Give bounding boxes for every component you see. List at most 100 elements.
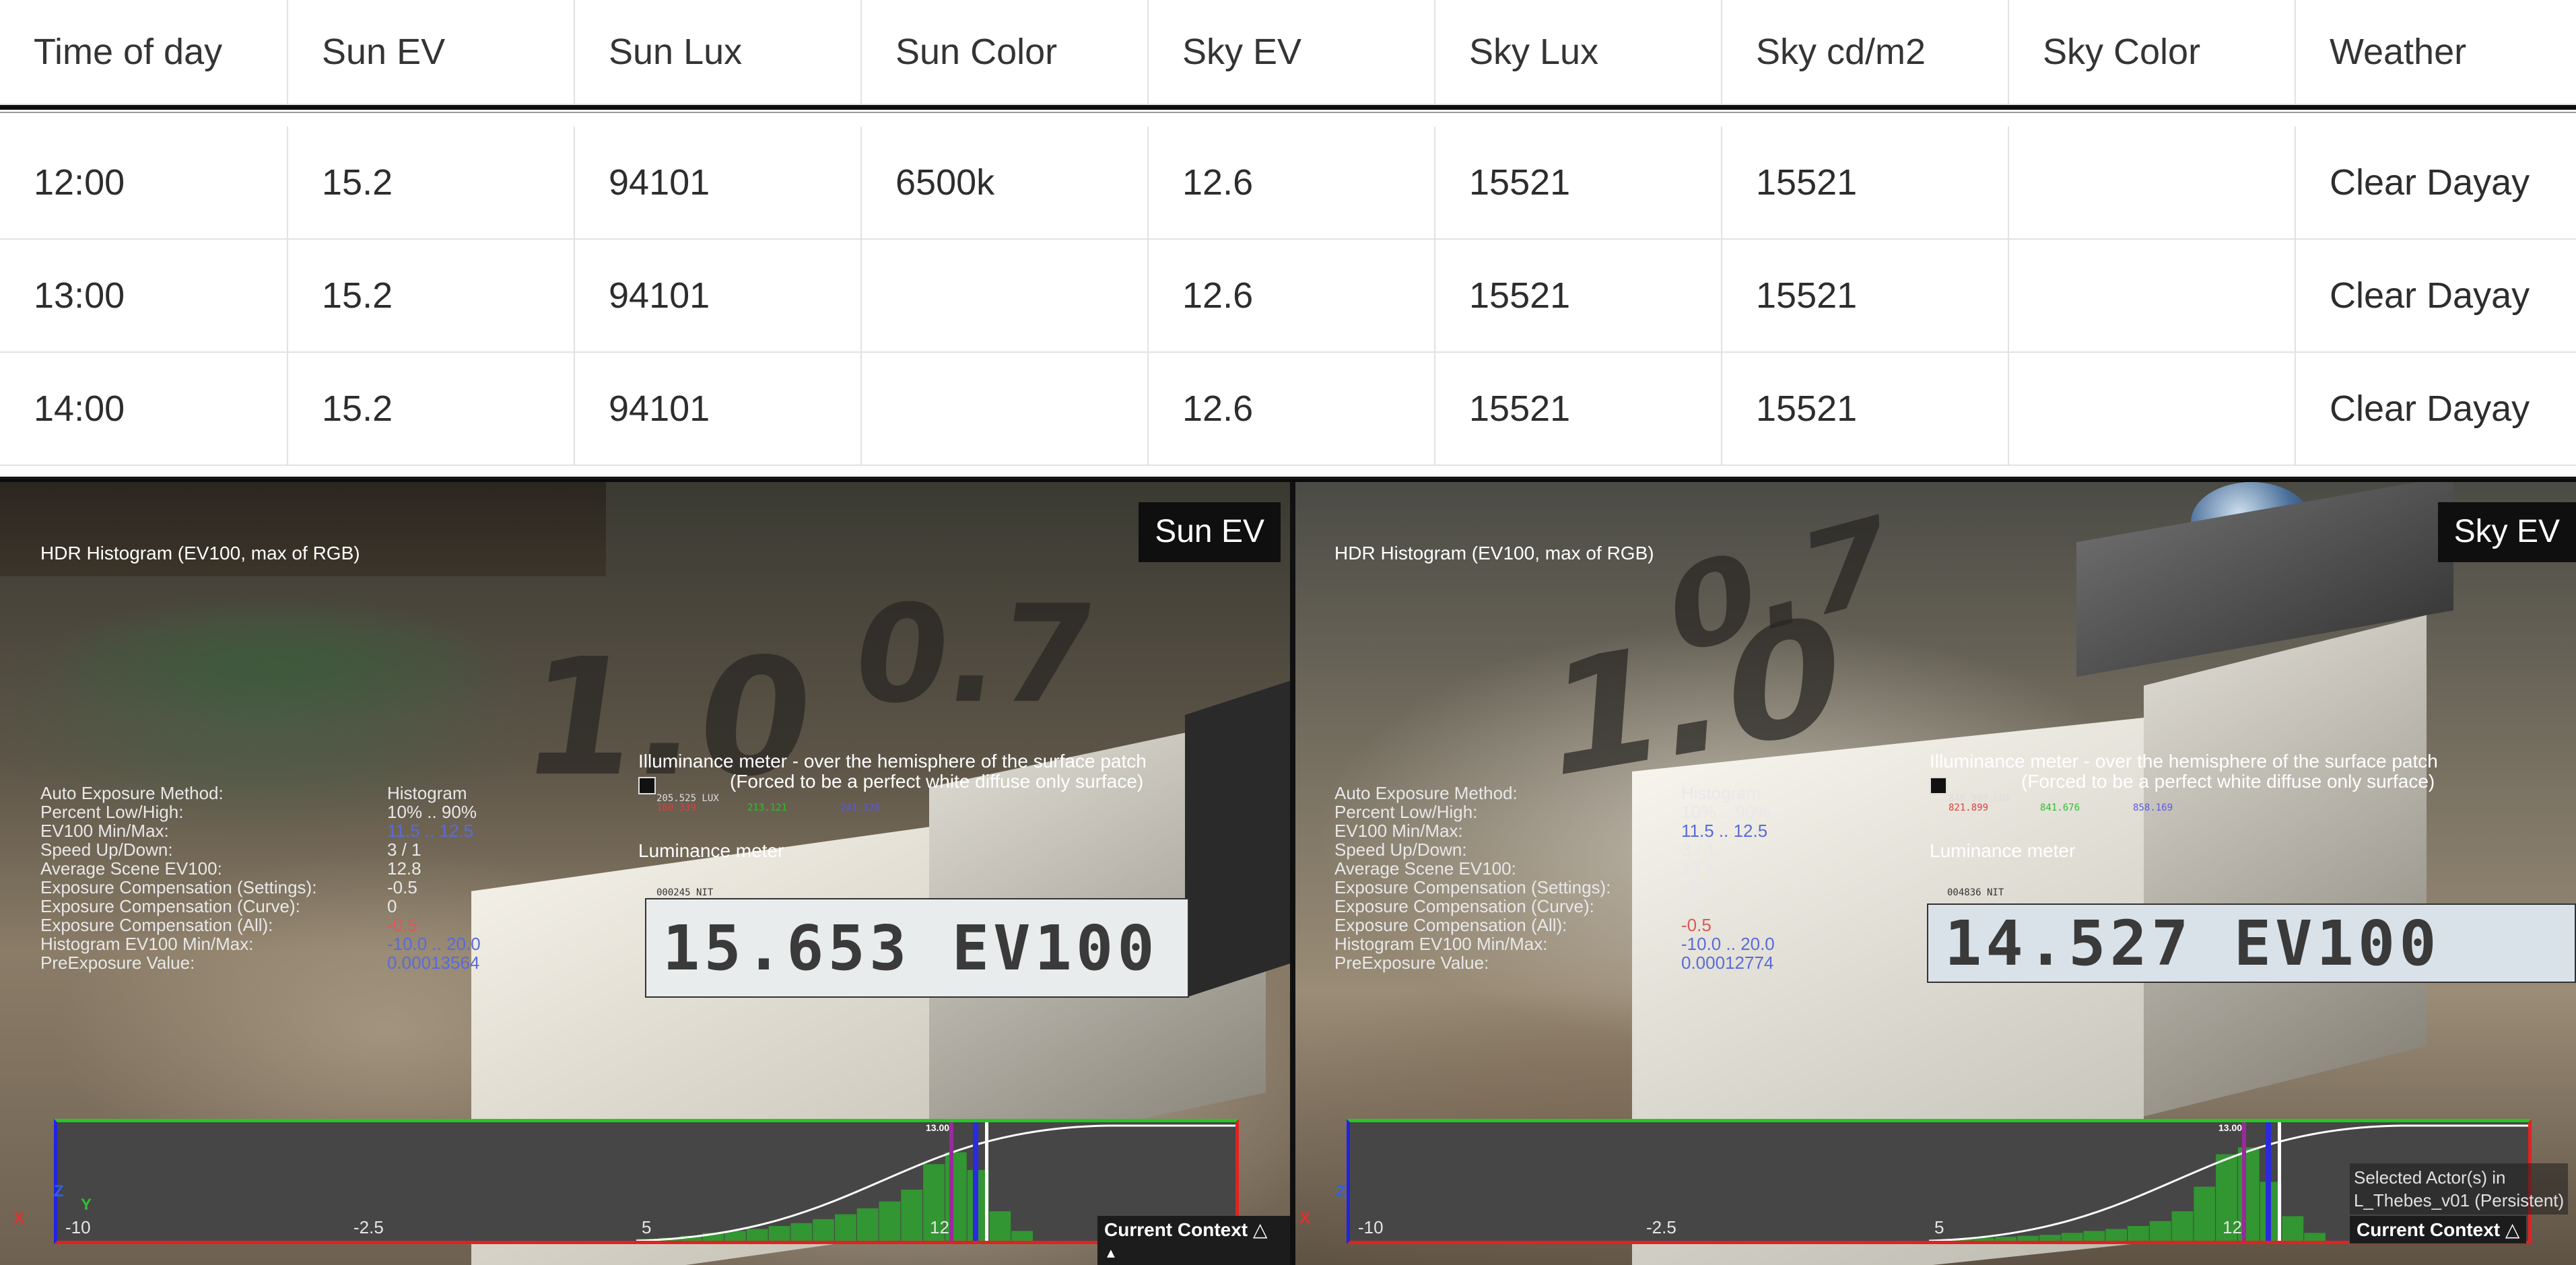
viewport-divider[interactable] [1290, 482, 1295, 1265]
stat-label: EV100 Min/Max: [40, 821, 169, 841]
cell-weather: Clear Dayay [2296, 353, 2576, 466]
stat-row: Percent Low/High: 10% .. 90% [40, 802, 477, 821]
stat-label: Exposure Compensation (All): [40, 915, 273, 935]
col-weather: Weather [2296, 0, 2576, 105]
stat-value: -10.0 .. 20.0 [387, 934, 481, 954]
chevron-up-icon: ▲ [1104, 1246, 1118, 1261]
selected-actors-line-2: L_Thebes_v01 (Persistent) [2354, 1190, 2565, 1210]
stat-row: Average Scene EV100: 12.8 [40, 858, 421, 879]
viewport-label: Sun EV [1139, 502, 1281, 562]
cell-sun-ev: 15.2 [288, 127, 575, 240]
cell-time: 12:00 [0, 127, 288, 240]
cell-sky-color [2009, 240, 2296, 353]
viewport-sky-ev[interactable]: 1.0 0.7 Sky EV HDR Histogram (EV100, max… [1295, 482, 2576, 1265]
axis-gizmo: X Z [1295, 1182, 1369, 1243]
stat-row: Histogram EV100 Min/Max: -10.0 .. 20.0 [1334, 934, 1775, 953]
stat-label: Exposure Compensation (Curve): [40, 896, 300, 916]
axis-y-label: Y [81, 1196, 92, 1214]
cell-sun-ev: 15.2 [288, 240, 575, 353]
stat-row: Speed Up/Down: 3 / 1 [1334, 840, 1716, 860]
stat-row: Exposure Compensation (Settings): -0.5 [40, 877, 417, 897]
stat-value: -0.5 [1681, 877, 1711, 897]
header-divider-secondary [0, 112, 2576, 113]
illuminance-meter-title: Illuminance meter - over the hemisphere … [638, 751, 1147, 792]
illuminance-meter-title: Illuminance meter - over the hemisphere … [1930, 751, 2438, 792]
stat-label: Exposure Compensation (Settings): [1334, 877, 1611, 897]
stat-label: EV100 Min/Max: [1334, 821, 1463, 841]
hist-tick: -2.5 [353, 1217, 384, 1237]
luminance-meter-title: Luminance meter [1930, 840, 2076, 861]
scene-cube-dark [1185, 680, 1290, 998]
stat-label: Auto Exposure Method: [40, 783, 224, 803]
stat-row: EV100 Min/Max: 11.5 .. 12.5 [1334, 821, 1767, 841]
hdr-histogram-title: HDR Histogram (EV100, max of RGB) [1334, 543, 1654, 563]
hist-tick: 5 [1934, 1217, 1944, 1237]
col-sun-lux: Sun Lux [575, 0, 862, 105]
histogram-bar [2282, 1216, 2304, 1241]
histogram-bar [2083, 1231, 2105, 1241]
axis-z-label: Z [54, 1182, 64, 1200]
stat-row: Exposure Compensation (Settings): -0.5 [1334, 877, 1711, 897]
stat-value: Histogram [387, 783, 467, 803]
scene-cube-side [2144, 615, 2427, 1117]
cell-sky-lux: 15521 [1435, 127, 1722, 240]
stat-label: Average Scene EV100: [40, 858, 222, 879]
stat-label: Histogram EV100 Min/Max: [40, 934, 254, 954]
stat-value: 10% .. 90% [1681, 802, 1771, 822]
cell-sun-lux: 94101 [575, 353, 862, 466]
selected-actors-info: Selected Actor(s) in L_Thebes_v01 (Persi… [2350, 1163, 2569, 1215]
stat-label: Exposure Compensation (Curve): [1334, 896, 1594, 916]
stat-value: Histogram [1681, 783, 1761, 803]
stat-value: 12.8 [387, 858, 421, 879]
histogram-bar [2128, 1226, 2149, 1241]
current-context-button[interactable]: Current Context △ ▲ [1097, 1216, 1290, 1265]
illuminance-meter-heading: Illuminance meter - over the hemisphere … [638, 751, 1147, 772]
illuminance-blue: 241.126 [840, 802, 881, 813]
hist-tick: 5 [642, 1217, 652, 1237]
scene-text-0-7: 0.7 [844, 576, 1105, 733]
hdr-histogram-title: HDR Histogram (EV100, max of RGB) [40, 543, 360, 563]
stat-value: 10% .. 90% [387, 802, 477, 822]
luminance-nit: 000245 NIT [656, 887, 714, 898]
histogram-bar [2105, 1229, 2127, 1241]
axis-gizmo: X Y Z [13, 1182, 92, 1243]
stat-label: Auto Exposure Method: [1334, 783, 1518, 803]
stat-row: PreExposure Value: 0.00013564 [40, 953, 479, 972]
scene-text-0-7: 0.7 [1666, 489, 1893, 683]
col-sky-cdm2: Sky cd/m2 [1722, 0, 2009, 105]
table-row: 13:00 15.2 94101 12.6 15521 15521 Clear … [0, 240, 2576, 353]
stat-row: Exposure Compensation (Curve): 0 [40, 896, 397, 916]
stat-value: -0.5 [387, 877, 417, 897]
stat-value: 3 / 1 [387, 840, 421, 860]
exposure-histogram: -10 -2.5 5 12 13.00 [54, 1119, 1239, 1244]
histogram-bar [901, 1190, 923, 1241]
cell-sky-color [2009, 353, 2296, 466]
stat-label: Speed Up/Down: [1334, 840, 1467, 860]
current-context-label: Current Context [1104, 1219, 1248, 1240]
histogram-bar [879, 1201, 901, 1241]
viewport-sun-ev[interactable]: 1.0 0.7 Sun EV HDR Histogram (EV100, max… [0, 482, 1290, 1265]
cell-sky-cdm2: 15521 [1722, 240, 2009, 353]
histogram-bar [2194, 1186, 2216, 1241]
histogram-bar [2149, 1221, 2171, 1241]
illuminance-meter-heading: Illuminance meter - over the hemisphere … [1930, 751, 2438, 772]
cell-weather: Clear Dayay [2296, 240, 2576, 353]
histogram-marker [949, 1122, 953, 1241]
histogram-bar [1995, 1237, 2017, 1241]
auto-exposure-stats: Auto Exposure Method: Histogram Percent L… [1334, 783, 1775, 972]
histogram-marker [2242, 1122, 2246, 1241]
stat-label: Exposure Compensation (Settings): [40, 877, 317, 897]
cell-sky-ev: 12.6 [1149, 353, 1435, 466]
col-sky-ev: Sky EV [1149, 0, 1435, 105]
histogram-bar [2039, 1235, 2061, 1241]
stat-value: -0.5 [1681, 915, 1711, 935]
stat-row: EV100 Min/Max: 11.5 .. 12.5 [40, 821, 473, 841]
viewport-label: Sky EV [2437, 502, 2576, 562]
stat-label: Speed Up/Down: [40, 840, 173, 860]
header-divider [0, 105, 2576, 110]
cell-sky-ev: 12.6 [1149, 127, 1435, 240]
current-context-button[interactable]: Current Context △ [2350, 1216, 2527, 1243]
hist-marker-label: 13.00 [926, 1122, 950, 1133]
histogram-bar [989, 1211, 1011, 1241]
histogram-bar [1011, 1231, 1033, 1241]
